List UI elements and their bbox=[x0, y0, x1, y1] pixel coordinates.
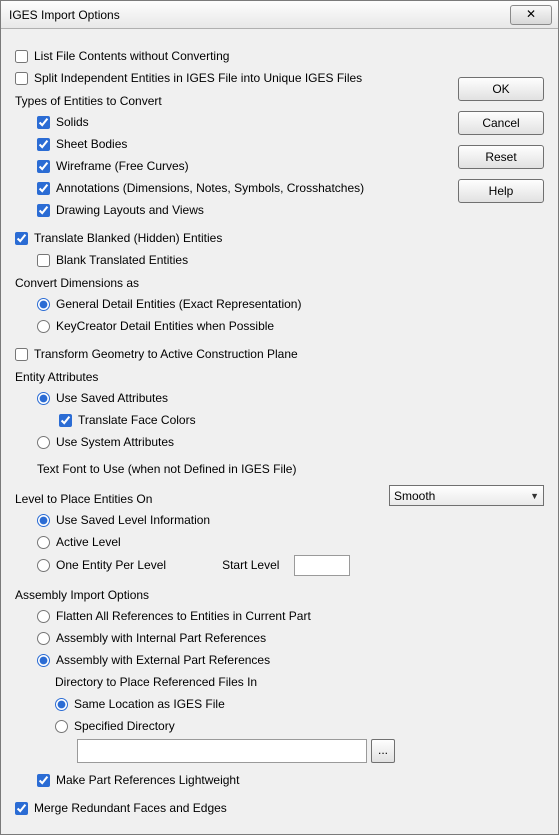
translate-face-colors-label: Translate Face Colors bbox=[78, 413, 196, 427]
annotations-label: Annotations (Dimensions, Notes, Symbols,… bbox=[56, 181, 364, 195]
options-column: List File Contents without Converting Sp… bbox=[15, 45, 435, 481]
options-column-2: Level to Place Entities On Use Saved Lev… bbox=[15, 481, 435, 819]
dialog-body: OK Cancel Reset Help List File Contents … bbox=[1, 29, 558, 833]
window-title: IGES Import Options bbox=[7, 8, 510, 22]
types-header: Types of Entities to Convert bbox=[15, 89, 435, 111]
drawing-layouts-checkbox[interactable] bbox=[37, 204, 50, 217]
split-entities-checkbox[interactable] bbox=[15, 72, 28, 85]
use-system-attr-radio[interactable] bbox=[37, 436, 50, 449]
specified-dir-input[interactable] bbox=[77, 739, 367, 763]
use-saved-level-label: Use Saved Level Information bbox=[56, 513, 210, 527]
lightweight-checkbox[interactable] bbox=[37, 774, 50, 787]
transform-geometry-checkbox[interactable] bbox=[15, 348, 28, 361]
use-saved-attr-label: Use Saved Attributes bbox=[56, 391, 168, 405]
active-level-label: Active Level bbox=[56, 535, 121, 549]
lightweight-label: Make Part References Lightweight bbox=[56, 773, 239, 787]
transform-geometry-label: Transform Geometry to Active Constructio… bbox=[34, 347, 298, 361]
titlebar: IGES Import Options ✕ bbox=[1, 1, 558, 29]
convert-dim-header: Convert Dimensions as bbox=[15, 271, 435, 293]
close-button[interactable]: ✕ bbox=[510, 5, 552, 25]
reset-button[interactable]: Reset bbox=[458, 145, 544, 169]
asm-external-label: Assembly with External Part References bbox=[56, 653, 270, 667]
general-detail-radio[interactable] bbox=[37, 298, 50, 311]
list-contents-label: List File Contents without Converting bbox=[34, 49, 229, 63]
same-location-label: Same Location as IGES File bbox=[74, 697, 225, 711]
blank-translated-checkbox[interactable] bbox=[37, 254, 50, 267]
blank-translated-label: Blank Translated Entities bbox=[56, 253, 188, 267]
assembly-header: Assembly Import Options bbox=[15, 583, 435, 605]
dialog-window: IGES Import Options ✕ OK Cancel Reset He… bbox=[0, 0, 559, 835]
cancel-button[interactable]: Cancel bbox=[458, 111, 544, 135]
ok-button[interactable]: OK bbox=[458, 77, 544, 101]
level-header: Level to Place Entities On bbox=[15, 487, 435, 509]
annotations-checkbox[interactable] bbox=[37, 182, 50, 195]
entity-attr-header: Entity Attributes bbox=[15, 365, 435, 387]
flatten-label: Flatten All References to Entities in Cu… bbox=[56, 609, 311, 623]
merge-faces-checkbox[interactable] bbox=[15, 802, 28, 815]
chevron-down-icon: ▼ bbox=[530, 491, 539, 501]
start-level-label: Start Level bbox=[222, 558, 294, 572]
text-font-label: Text Font to Use (when not Defined in IG… bbox=[15, 462, 365, 476]
start-level-input[interactable] bbox=[294, 555, 350, 576]
specified-dir-label: Specified Directory bbox=[74, 719, 175, 733]
flatten-radio[interactable] bbox=[37, 610, 50, 623]
specified-dir-radio[interactable] bbox=[55, 720, 68, 733]
wireframe-checkbox[interactable] bbox=[37, 160, 50, 173]
dir-label: Directory to Place Referenced Files In bbox=[55, 675, 257, 689]
asm-external-radio[interactable] bbox=[37, 654, 50, 667]
asm-internal-radio[interactable] bbox=[37, 632, 50, 645]
drawing-layouts-label: Drawing Layouts and Views bbox=[56, 203, 204, 217]
solids-label: Solids bbox=[56, 115, 89, 129]
split-entities-label: Split Independent Entities in IGES File … bbox=[34, 71, 362, 85]
asm-internal-label: Assembly with Internal Part References bbox=[56, 631, 266, 645]
merge-faces-label: Merge Redundant Faces and Edges bbox=[34, 801, 227, 815]
list-contents-checkbox[interactable] bbox=[15, 50, 28, 63]
general-detail-label: General Detail Entities (Exact Represent… bbox=[56, 297, 301, 311]
action-buttons-column: OK Cancel Reset Help bbox=[458, 77, 544, 203]
sheet-bodies-checkbox[interactable] bbox=[37, 138, 50, 151]
active-level-radio[interactable] bbox=[37, 536, 50, 549]
same-location-radio[interactable] bbox=[55, 698, 68, 711]
text-font-select[interactable]: Smooth ▼ bbox=[389, 485, 544, 506]
use-saved-level-radio[interactable] bbox=[37, 514, 50, 527]
sheet-bodies-label: Sheet Bodies bbox=[56, 137, 127, 151]
one-entity-per-level-label: One Entity Per Level bbox=[56, 558, 166, 572]
help-button[interactable]: Help bbox=[458, 179, 544, 203]
keycreator-detail-label: KeyCreator Detail Entities when Possible bbox=[56, 319, 274, 333]
use-system-attr-label: Use System Attributes bbox=[56, 435, 174, 449]
use-saved-attr-radio[interactable] bbox=[37, 392, 50, 405]
wireframe-label: Wireframe (Free Curves) bbox=[56, 159, 189, 173]
one-entity-per-level-radio[interactable] bbox=[37, 559, 50, 572]
browse-button[interactable]: ... bbox=[371, 739, 395, 763]
keycreator-detail-radio[interactable] bbox=[37, 320, 50, 333]
solids-checkbox[interactable] bbox=[37, 116, 50, 129]
translate-blanked-label: Translate Blanked (Hidden) Entities bbox=[34, 231, 222, 245]
translate-face-colors-checkbox[interactable] bbox=[59, 414, 72, 427]
text-font-value: Smooth bbox=[394, 489, 435, 503]
translate-blanked-checkbox[interactable] bbox=[15, 232, 28, 245]
